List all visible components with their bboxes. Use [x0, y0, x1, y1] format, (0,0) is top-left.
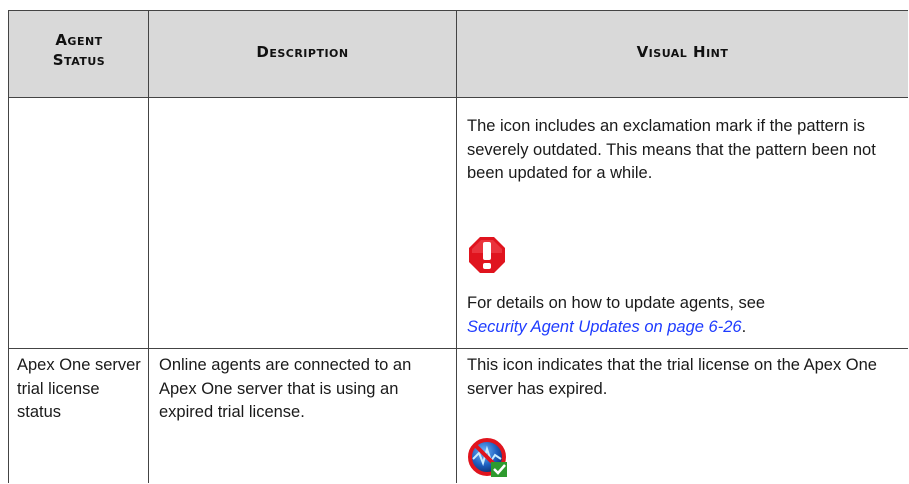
security-agent-updates-link[interactable]: Security Agent Updates on page 6-26	[467, 318, 742, 336]
row1-update-reference: For details on how to update agents, see…	[467, 292, 907, 339]
row1-hint-text: The icon includes an exclamation mark if…	[467, 115, 907, 186]
header-visual-hint: Visual Hint	[457, 42, 908, 62]
row2-description-text: Online agents are connected to an Apex O…	[159, 356, 412, 421]
header-bottom-border	[8, 97, 908, 98]
column-divider-2	[456, 10, 457, 483]
column-divider-1	[148, 10, 149, 483]
header-visual-hint-label: Visual Hint	[636, 43, 729, 61]
table-top-border	[8, 10, 908, 11]
header-agent-status: Agent Status	[36, 30, 122, 70]
row1-link-period: .	[741, 317, 747, 336]
row1-hint-paragraph: The icon includes an exclamation mark if…	[467, 117, 876, 182]
row-divider	[8, 348, 908, 349]
table-left-border	[8, 10, 9, 483]
agent-status-table: Agent Status Description Visual Hint The…	[8, 10, 908, 483]
header-description: Description	[149, 42, 456, 62]
red-exclamation-warning-icon	[468, 236, 506, 274]
row2-agent-status: Apex One server trial license status	[17, 354, 142, 425]
header-description-label: Description	[256, 43, 349, 61]
row2-status-text: Apex One server trial license status	[17, 356, 141, 421]
row2-hint-text: This icon indicates that the trial licen…	[467, 354, 907, 401]
row2-description: Online agents are connected to an Apex O…	[159, 354, 451, 425]
row2-hint-paragraph: This icon indicates that the trial licen…	[467, 356, 877, 398]
header-agent-status-label: Agent Status	[52, 31, 106, 69]
expired-trial-license-icon	[467, 437, 509, 479]
row1-update-text: For details on how to update agents, see	[467, 294, 766, 312]
